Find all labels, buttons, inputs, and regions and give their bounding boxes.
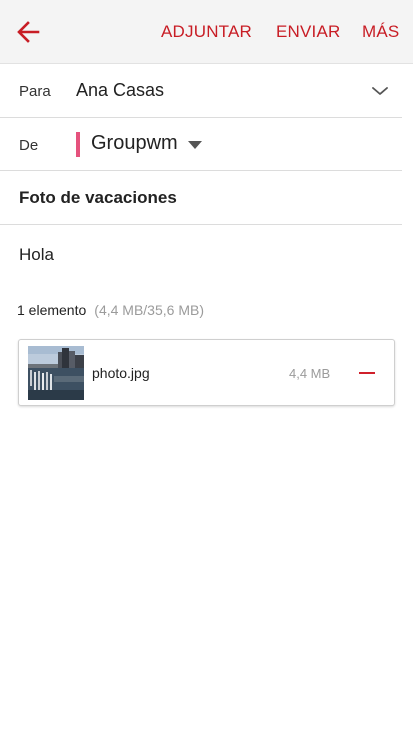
remove-attachment-button[interactable] xyxy=(355,362,379,384)
attachment-summary: 1 elemento (4,4 MB/35,6 MB) xyxy=(17,302,204,318)
to-field-row[interactable]: Para Ana Casas xyxy=(0,64,413,118)
toolbar: ADJUNTAR ENVIAR MÁS xyxy=(0,0,413,64)
from-field-row[interactable]: De Groupwm xyxy=(0,118,413,171)
subject-field[interactable]: Foto de vacaciones xyxy=(19,188,177,208)
minus-icon xyxy=(359,372,375,374)
account-color-indicator xyxy=(76,132,80,157)
attachment-total-size: (4,4 MB/35,6 MB) xyxy=(94,302,204,318)
more-button[interactable]: MÁS xyxy=(362,22,399,42)
chevron-down-icon xyxy=(372,87,388,95)
send-button[interactable]: ENVIAR xyxy=(276,22,341,42)
from-account[interactable]: Groupwm xyxy=(91,132,178,155)
to-label: Para xyxy=(19,83,51,100)
subject-field-row[interactable]: Foto de vacaciones xyxy=(0,171,413,225)
attachment-item[interactable]: photo.jpg 4,4 MB xyxy=(18,339,395,406)
attachment-file-name: photo.jpg xyxy=(92,365,150,381)
photo-thumbnail xyxy=(28,346,84,400)
attachment-file-size: 4,4 MB xyxy=(289,366,331,381)
message-body-area[interactable]: Hola xyxy=(0,225,413,285)
back-button[interactable] xyxy=(10,16,46,48)
attachment-count: 1 elemento xyxy=(17,302,87,318)
arrow-left-icon xyxy=(17,21,40,43)
caret-down-icon[interactable] xyxy=(187,140,203,150)
to-recipient[interactable]: Ana Casas xyxy=(76,80,164,101)
expand-recipients-button[interactable] xyxy=(370,84,390,98)
from-label: De xyxy=(19,137,39,154)
attach-button[interactable]: ADJUNTAR xyxy=(161,22,252,42)
message-body[interactable]: Hola xyxy=(19,245,54,265)
